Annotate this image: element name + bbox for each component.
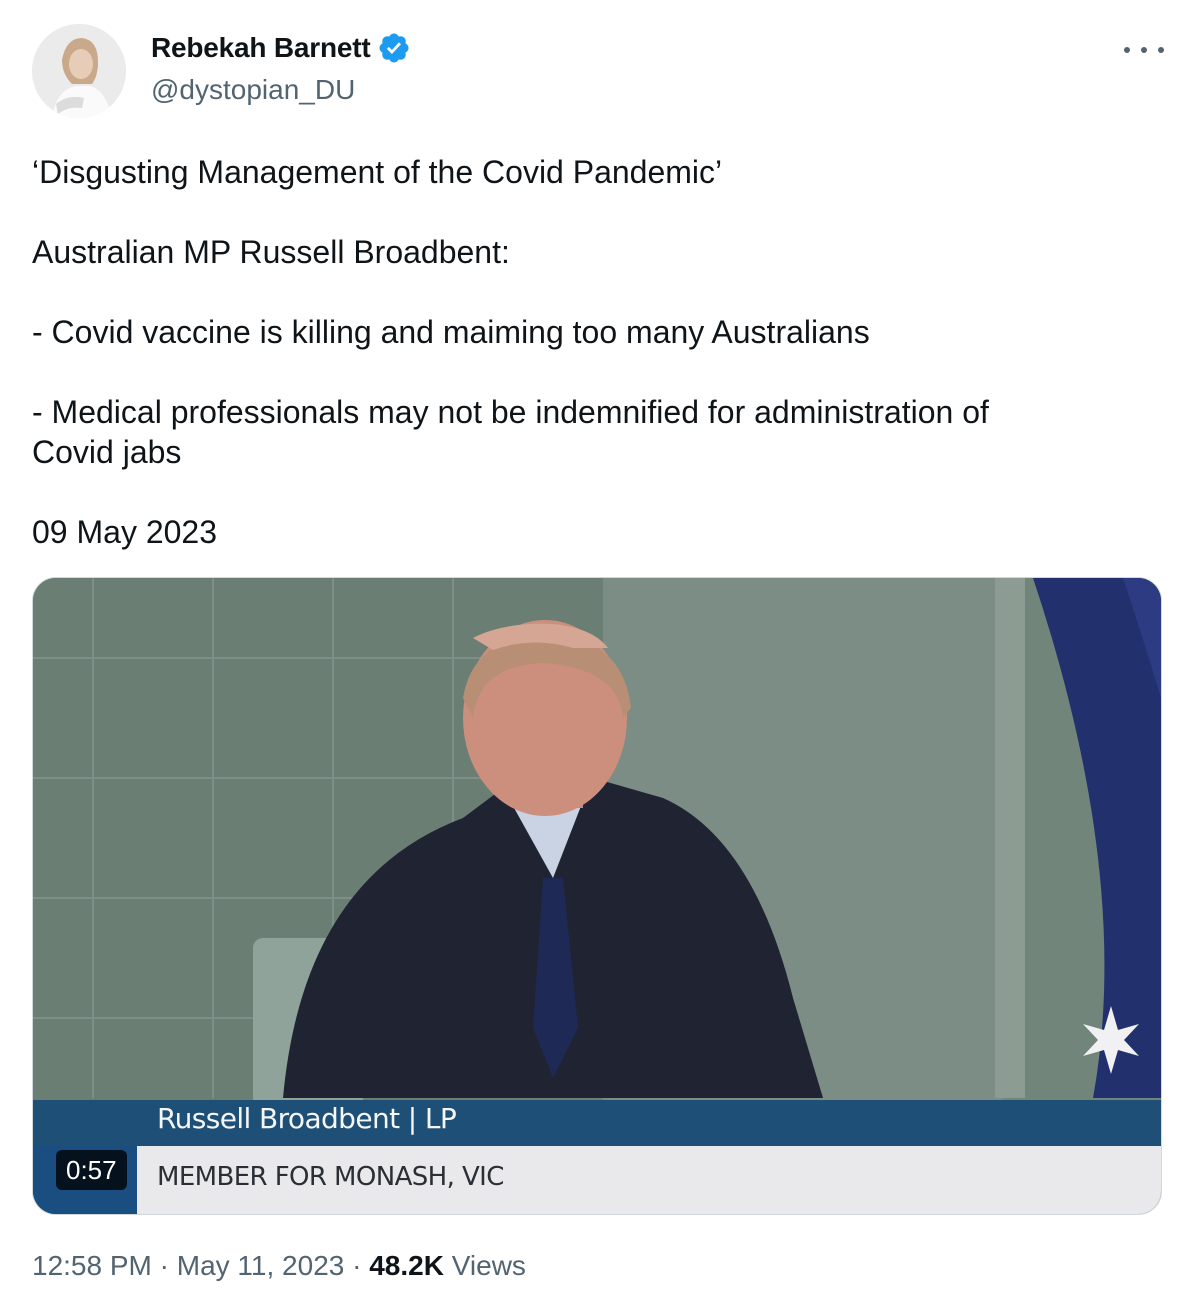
views-label: Views bbox=[451, 1250, 526, 1281]
avatar-portrait-image bbox=[32, 24, 126, 118]
author-name-row: Rebekah Barnett bbox=[151, 31, 411, 65]
tweet-meta: 12:58 PM · May 11, 2023 · 48.2K Views bbox=[32, 1250, 526, 1282]
tweet-text-line: ‘Disgusting Management of the Covid Pand… bbox=[32, 154, 723, 190]
lower-third-name: Russell Broadbent | LP bbox=[157, 1102, 457, 1135]
tweet-text-line: - Medical professionals may not be indem… bbox=[32, 394, 989, 430]
more-dot bbox=[1141, 47, 1147, 53]
views-count[interactable]: 48.2K bbox=[369, 1250, 444, 1281]
tweet-text-line: Australian MP Russell Broadbent: bbox=[32, 234, 510, 270]
lower-third-title: MEMBER FOR MONASH, VIC bbox=[157, 1162, 504, 1192]
more-dot bbox=[1124, 47, 1130, 53]
video-player[interactable]: Russell Broadbent | LP MEMBER FOR MONASH… bbox=[32, 577, 1162, 1215]
tweet-text-line: - Covid vaccine is killing and maiming t… bbox=[32, 314, 870, 350]
author-avatar[interactable] bbox=[32, 24, 126, 118]
meta-separator: · bbox=[352, 1250, 362, 1281]
verified-badge-icon[interactable] bbox=[377, 31, 411, 65]
tweet-card: Rebekah Barnett @dystopian_DU ‘Disgustin… bbox=[0, 0, 1190, 1306]
more-options-icon[interactable] bbox=[1124, 36, 1164, 64]
tweet-text-line: Covid jabs bbox=[32, 434, 182, 470]
author-name[interactable]: Rebekah Barnett bbox=[151, 32, 371, 64]
meta-separator: · bbox=[159, 1250, 169, 1281]
tweet-text-line: 09 May 2023 bbox=[32, 514, 218, 550]
video-duration-badge: 0:57 bbox=[56, 1150, 127, 1190]
tweet-date[interactable]: May 11, 2023 bbox=[177, 1250, 345, 1281]
author-handle[interactable]: @dystopian_DU bbox=[151, 74, 355, 106]
tweet-time[interactable]: 12:58 PM bbox=[32, 1250, 152, 1281]
more-dot bbox=[1158, 47, 1164, 53]
